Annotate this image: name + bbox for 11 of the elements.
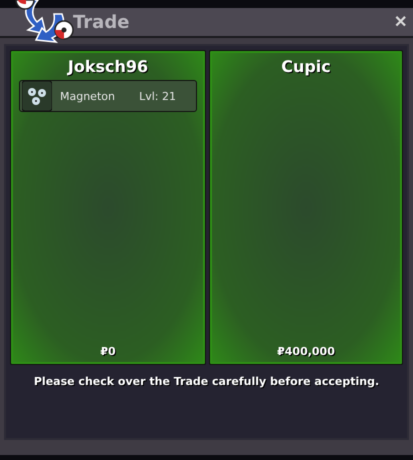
money-amount: ₽0: [100, 345, 116, 358]
pokemon-sprite-icon: [22, 81, 52, 111]
pokemon-slot[interactable]: Magneton Lvl: 21: [19, 80, 197, 112]
pokemon-name: Magneton: [60, 90, 116, 102]
player-name: Cupic: [281, 57, 331, 76]
close-button[interactable]: ✕: [394, 12, 407, 32]
player-name: Joksch96: [68, 57, 148, 76]
pokemon-level: Lvl: 21: [139, 90, 176, 102]
money-amount: ₽400,000: [277, 345, 335, 358]
window-title: Trade: [73, 12, 130, 32]
warning-message: Please check over the Trade carefully before accepting.: [32, 375, 380, 388]
